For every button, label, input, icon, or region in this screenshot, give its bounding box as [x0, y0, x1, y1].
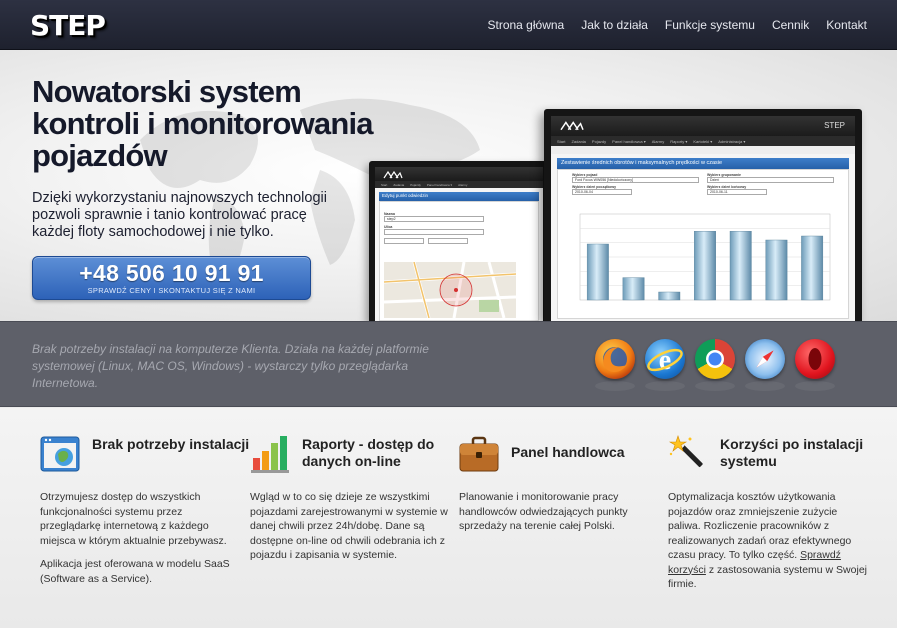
- chart-bar: [658, 291, 681, 301]
- screen-menu: Start Zadania Pojazdy Panel handlowca ▾ …: [551, 136, 855, 146]
- map-streets-graphic: [384, 262, 516, 318]
- nav-features-link[interactable]: Funkcje systemu: [665, 18, 755, 32]
- nav-home-link[interactable]: Strona główna: [487, 18, 564, 32]
- street-field: [384, 229, 484, 235]
- step-app-logo-icon: [560, 121, 584, 131]
- map-preview: [384, 262, 516, 318]
- form-field: [384, 238, 424, 244]
- chart-bar: [729, 231, 752, 301]
- small-monitor-screenshot: Start Zadania Pojazdy Panel handlowca ▾ …: [369, 161, 549, 321]
- chart-bar: [586, 243, 609, 301]
- screen-menu-item: Start: [557, 138, 566, 144]
- nav-how-it-works-link[interactable]: Jak to działa: [581, 18, 648, 32]
- chart-bar: [765, 239, 788, 301]
- step-app-logo-icon: [383, 170, 403, 179]
- screen-menu-item: Alarmy: [651, 138, 665, 144]
- hero-title-line: kontroli i monitorowania: [32, 106, 374, 141]
- screen-header: [375, 167, 543, 181]
- screen-menu: Start Zadania Pojazdy Panel handlowca ▾ …: [375, 181, 543, 188]
- screen-menu-item: Zadania: [393, 182, 405, 187]
- main-nav: Strona główna Jak to działa Funkcje syst…: [487, 18, 867, 32]
- screen-menu-item: Panel handlowca ▾: [612, 138, 646, 144]
- feature-paragraph: Wgląd w to co się dzieje ze wszystkimi p…: [250, 491, 448, 561]
- hero-title: Nowatorski system kontroli i monitorowan…: [32, 76, 472, 172]
- chart-bar: [694, 231, 716, 301]
- screen-header: STEP: [551, 116, 855, 136]
- screen-menu-item: Kartoteki ▾: [693, 138, 713, 144]
- chart-bar: [622, 277, 645, 301]
- feature-paragraph: Aplikacja jest oferowana w modelu SaaS (…: [40, 558, 230, 585]
- feature-description: Planowanie i monitorowanie pracy handlow…: [459, 490, 659, 534]
- screen-menu-item: Alarmy: [458, 182, 468, 187]
- compatibility-band: Brak potrzeby instalacji na komputerze K…: [0, 321, 897, 407]
- site-logo[interactable]: STEP: [30, 9, 106, 42]
- chart-bar: [801, 235, 824, 301]
- form-label: Wybierz dzień początkowy: [572, 185, 617, 189]
- feature-title: Brak potrzeby instalacji: [92, 436, 250, 452]
- magic-wand-icon: [668, 435, 703, 468]
- briefcase-icon: [459, 436, 499, 472]
- screen-menu-item: Pojazdy: [591, 138, 607, 144]
- compatibility-text: Brak potrzeby instalacji na komputerze K…: [32, 342, 429, 390]
- safari-icon: [745, 339, 785, 391]
- form-label: Wybierz dzień końcowy: [707, 185, 747, 189]
- chrome-icon: [695, 339, 735, 391]
- feature-paragraph: Optymalizacja kosztów użytkowania pojazd…: [668, 490, 868, 592]
- feature-title: Korzyści po instalacji systemu: [720, 436, 864, 469]
- firefox-icon: [595, 339, 635, 391]
- name-field: step2: [384, 216, 484, 222]
- feature-title: Panel handlowca: [511, 444, 625, 460]
- screen-menu-item: Pojazdy: [410, 182, 421, 187]
- screen-breadcrumb: [551, 146, 855, 154]
- large-monitor-screenshot: STEP Start Zadania Pojazdy Panel handlow…: [544, 109, 862, 321]
- phone-number: +48 506 10 91 91: [79, 260, 264, 286]
- screen-menu-item: Start: [381, 182, 388, 187]
- phone-contact-button[interactable]: +48 506 10 91 91 SPRAWDŹ CENY I SKONTAKT…: [32, 256, 311, 300]
- bar-chart-icon: [251, 436, 289, 473]
- small-panel-body: Nazwa step2 Ulica: [379, 201, 539, 321]
- form-field: [428, 238, 468, 244]
- phone-caption: SPRAWDŹ CENY I SKONTAKTUJ SIĘ Z NAMI: [87, 286, 256, 295]
- feature-paragraph: Planowanie i monitorowanie pracy handlow…: [459, 491, 628, 532]
- browser-icons: e: [595, 339, 835, 391]
- end-date-field: 2010-06-11: [707, 189, 767, 195]
- feature-description: Optymalizacja kosztów użytkowania pojazd…: [668, 490, 868, 592]
- nav-contact-link[interactable]: Kontakt: [826, 18, 867, 32]
- hero-section: Nowatorski system kontroli i monitorowan…: [0, 50, 897, 321]
- hero-title-line: Nowatorski system: [32, 74, 302, 109]
- feature-description: Wgląd w to co się dzieje ze wszystkimi p…: [250, 490, 450, 563]
- small-screen: Start Zadania Pojazdy Panel handlowca ▾ …: [375, 167, 543, 321]
- browser-window-icon: [40, 436, 80, 472]
- screen-menu-item: Panel handlowca ▾: [426, 182, 453, 187]
- large-panel-body: Wybierz pojazd Ford Focus WW056 [Niedoko…: [557, 169, 849, 319]
- vehicle-select: Ford Focus WW056 [Niedokończony]: [572, 177, 699, 183]
- hero-subtitle: Dzięki wykorzystaniu najnowszych technol…: [32, 190, 327, 240]
- large-screen: STEP Start Zadania Pojazdy Panel handlow…: [551, 116, 855, 321]
- internet-explorer-icon: e: [645, 339, 685, 391]
- screen-menu-item: Administracja ▾: [718, 138, 746, 144]
- large-panel-title: Zestawienie średnich obrotów i maksymaln…: [557, 158, 849, 169]
- feature-description: Otrzymujesz dostęp do wszystkich funkcjo…: [40, 490, 240, 586]
- start-date-field: 2010-06-04: [572, 189, 632, 195]
- screen-menu-item: Zadania: [571, 138, 586, 144]
- opera-icon: [795, 339, 835, 391]
- report-bar-chart: [579, 213, 831, 301]
- small-panel-title: Edytuj punkt odwiedzin: [379, 192, 539, 201]
- screen-menu-item: Raporty ▾: [670, 138, 688, 144]
- svg-text:e: e: [659, 345, 671, 376]
- features-section: Brak potrzeby instalacji Otrzymujesz dos…: [0, 408, 897, 628]
- screen-brand: STEP: [824, 121, 845, 130]
- top-navigation-bar: STEP Strona główna Jak to działa Funkcje…: [0, 0, 897, 50]
- feature-paragraph: Otrzymujesz dostęp do wszystkich funkcjo…: [40, 491, 227, 547]
- grouping-select: Dzień: [707, 177, 834, 183]
- nav-pricing-link[interactable]: Cennik: [772, 18, 809, 32]
- feature-title: Raporty - dostęp do danych on-line: [302, 436, 435, 469]
